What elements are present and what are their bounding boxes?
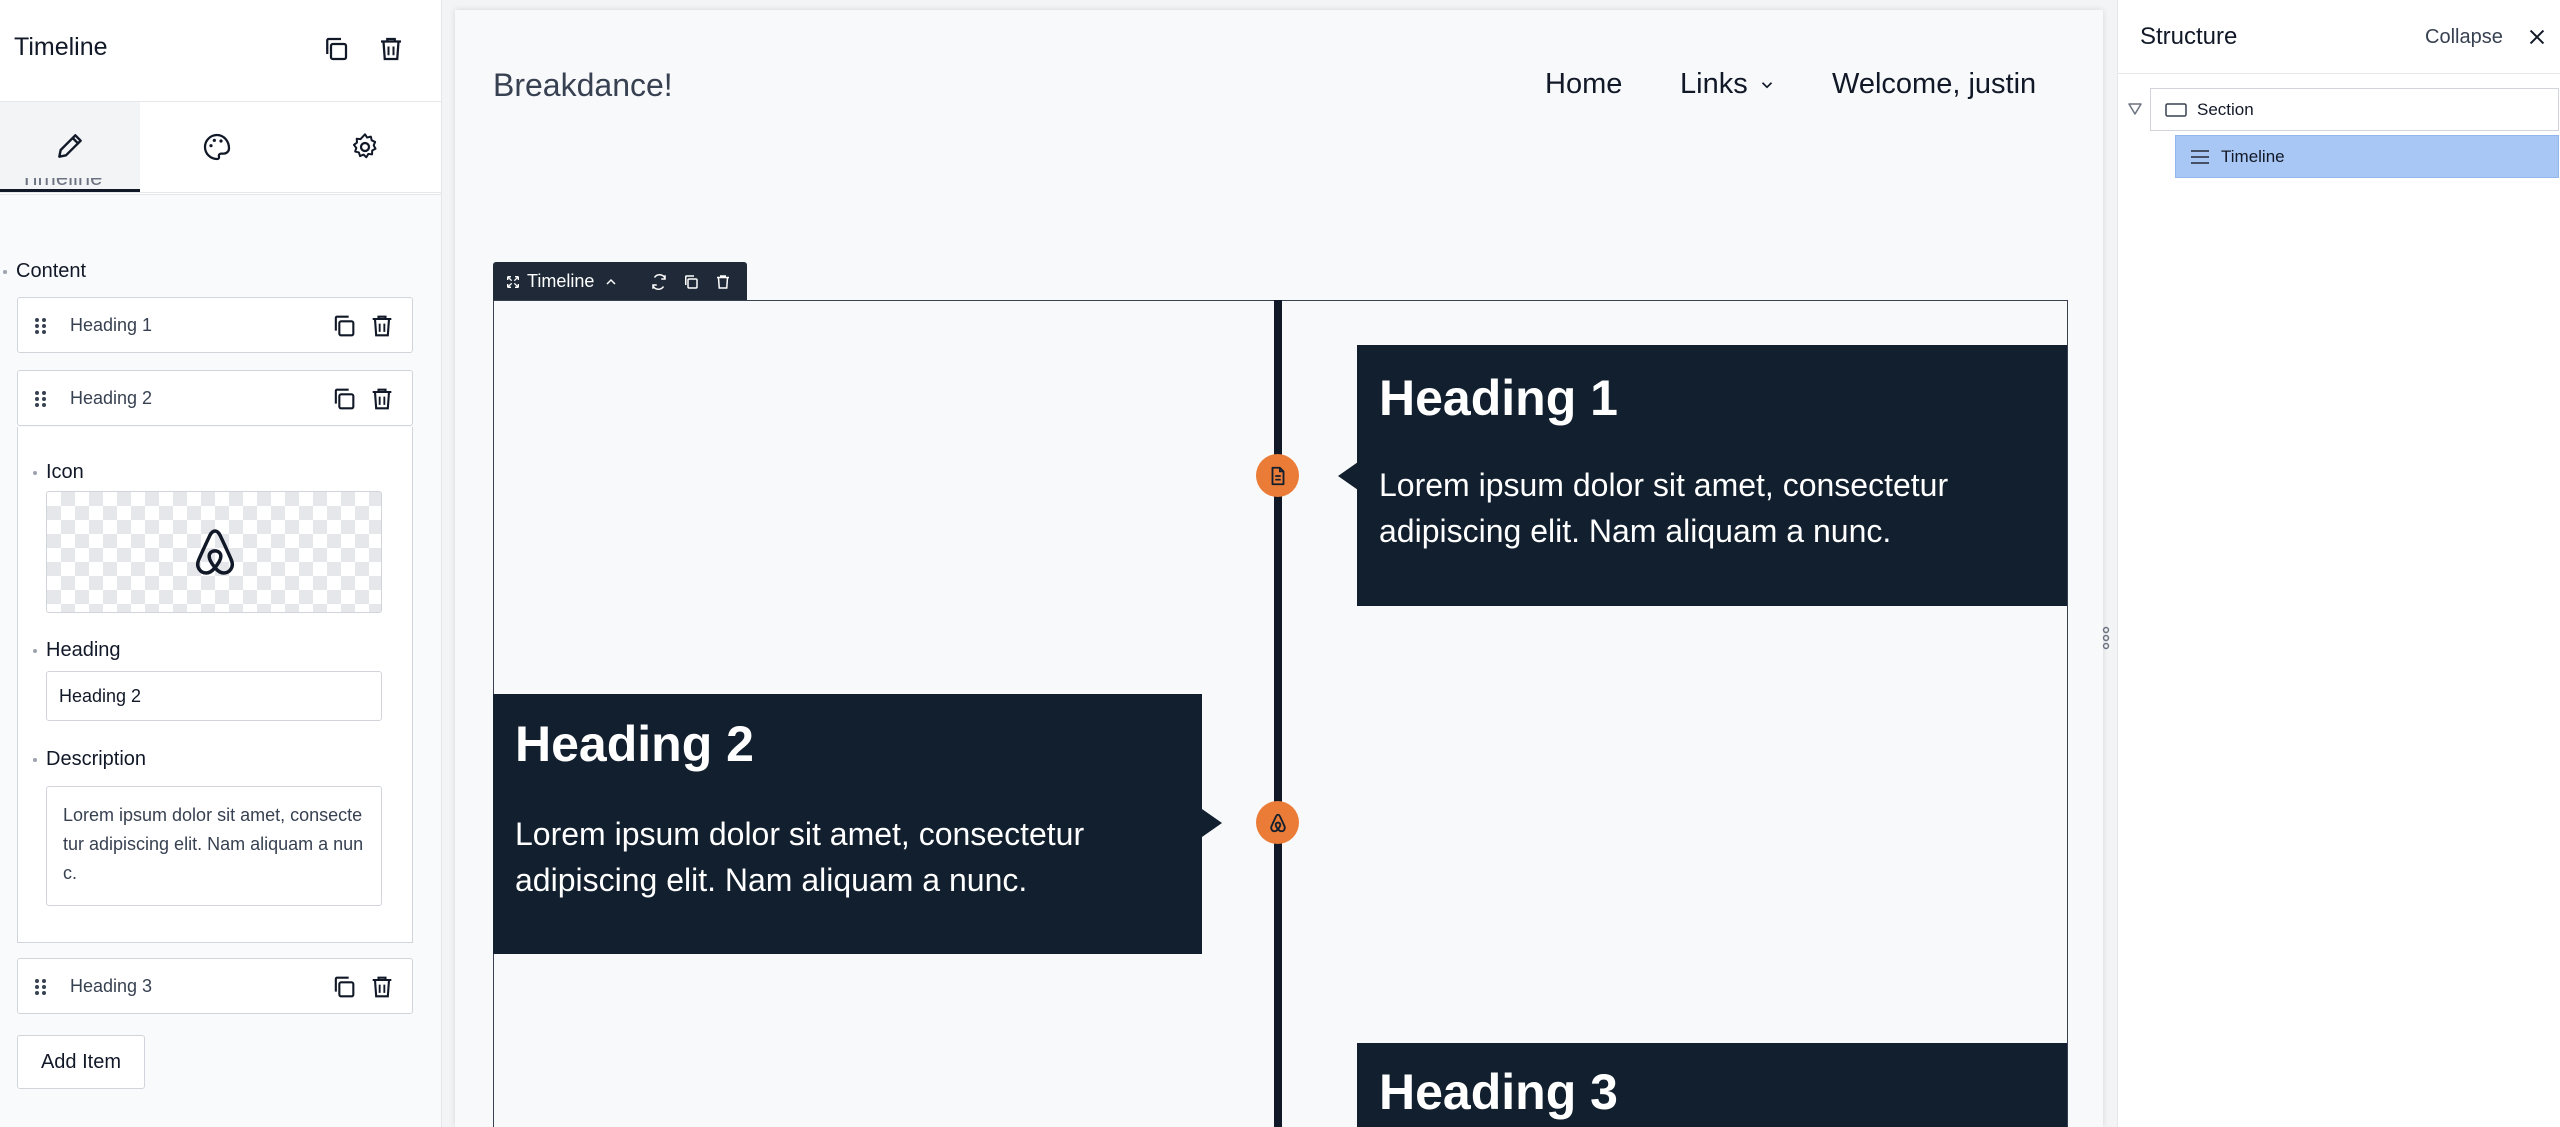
nav-links-label: Links — [1680, 68, 1748, 100]
element-title: Timeline — [14, 33, 108, 61]
trash-icon[interactable] — [714, 273, 732, 291]
page-canvas: Breakdance! Home Links Welcome, justin T… — [455, 10, 2103, 1127]
item-label: Heading 1 — [70, 315, 153, 335]
list-icon — [2191, 149, 2209, 164]
delete-item-button[interactable] — [368, 312, 396, 340]
chevron-up-icon[interactable] — [603, 274, 619, 290]
timeline-heading-2: Heading 2 — [515, 716, 754, 772]
copy-icon — [334, 976, 355, 998]
card-pointer — [1338, 462, 1358, 490]
pencil-icon — [58, 133, 82, 158]
collapse-button[interactable]: Collapse — [2425, 26, 2503, 49]
site-title[interactable]: Breakdance! — [493, 67, 673, 104]
tree-item-timeline[interactable]: Timeline — [2175, 135, 2559, 178]
add-item-button[interactable]: Add Item — [17, 1035, 145, 1089]
tab-design[interactable] — [147, 102, 287, 192]
delete-item-button[interactable] — [368, 385, 396, 413]
drag-handle-icon[interactable] — [34, 317, 48, 335]
document-icon — [1271, 466, 1284, 485]
timeline-heading-3: Heading 3 — [1379, 1064, 1618, 1120]
copy-icon[interactable] — [682, 273, 700, 291]
properties-panel: Timeline Timeline Content Heading 1 Head… — [0, 0, 442, 1127]
timeline-card-3[interactable]: Heading 3 — [1357, 1043, 2067, 1127]
collapse-triangle-icon[interactable] — [2127, 102, 2143, 116]
chevron-down-icon — [1761, 81, 1772, 88]
properties-header: Timeline — [0, 0, 441, 102]
bullet — [33, 758, 37, 762]
palette-icon — [203, 133, 231, 161]
repeater-item-3[interactable]: Heading 3 — [17, 958, 413, 1014]
timeline-description-1: Lorem ipsum dolor sit amet, consectetur … — [1379, 467, 1949, 549]
tree-item-section[interactable]: Section — [2150, 88, 2559, 131]
duplicate-item-button[interactable] — [330, 385, 358, 413]
expand-icon[interactable] — [505, 274, 521, 290]
nav-links[interactable]: Links — [1680, 68, 1776, 101]
timeline-heading-1: Heading 1 — [1379, 370, 1618, 426]
card-pointer — [1202, 809, 1222, 837]
trash-icon — [372, 388, 392, 410]
airbnb-icon — [1269, 813, 1286, 832]
timeline-marker-2 — [1256, 801, 1299, 844]
repeater-item-1[interactable]: Heading 1 — [17, 297, 413, 353]
nav-welcome[interactable]: Welcome, justin — [1832, 68, 2036, 101]
copy-icon — [334, 315, 355, 337]
airbnb-icon — [195, 529, 235, 575]
item-label: Heading 2 — [70, 388, 153, 408]
content-label: Content — [16, 260, 87, 282]
delete-item-button[interactable] — [368, 973, 396, 1001]
repeater-item-2[interactable]: Heading 2 — [17, 370, 413, 426]
icon-picker[interactable] — [46, 491, 382, 613]
heading-input[interactable] — [46, 671, 382, 721]
bullet — [3, 270, 7, 274]
duplicate-element-button[interactable] — [321, 34, 351, 64]
item-label: Heading 3 — [70, 976, 153, 996]
description-textarea[interactable]: Lorem ipsum dolor sit amet, consectetur … — [46, 786, 382, 906]
bullet — [33, 471, 37, 475]
heading-label: Heading — [46, 639, 121, 661]
drag-handle-icon[interactable] — [34, 390, 48, 408]
refresh-icon[interactable] — [650, 273, 668, 291]
structure-header: Structure Collapse — [2118, 0, 2560, 74]
duplicate-item-button[interactable] — [330, 312, 358, 340]
trash-icon — [372, 976, 392, 998]
timeline-marker-1 — [1256, 454, 1299, 497]
copy-icon — [326, 37, 348, 61]
element-toolbar-label: Timeline — [527, 271, 595, 291]
drag-handle-icon[interactable] — [34, 978, 48, 996]
tree-item-label: Section — [2197, 99, 2254, 119]
structure-title: Structure — [2140, 23, 2238, 50]
description-label: Description — [46, 748, 147, 770]
delete-element-button[interactable] — [376, 34, 406, 64]
timeline-description-2: Lorem ipsum dolor sit amet, consectetur … — [515, 816, 1085, 898]
close-icon[interactable] — [2526, 26, 2548, 48]
tree-item-label: Timeline — [2221, 146, 2285, 166]
tab-settings[interactable] — [295, 102, 435, 192]
icon-label: Icon — [46, 461, 84, 483]
resize-handle-icon[interactable] — [2101, 625, 2111, 651]
section-label-cut: Timeline — [20, 178, 102, 192]
trash-icon — [381, 37, 401, 61]
element-toolbar: Timeline — [493, 262, 747, 301]
bullet — [33, 649, 37, 653]
trash-icon — [372, 315, 392, 337]
structure-panel: Structure Collapse Section Timeline — [2117, 0, 2560, 1127]
gear-icon — [352, 133, 377, 159]
copy-icon — [334, 388, 355, 410]
timeline-line — [1274, 300, 1282, 1127]
timeline-card-2[interactable]: Heading 2 Lorem ipsum dolor sit amet, co… — [493, 694, 1202, 954]
section-icon — [2165, 102, 2187, 117]
duplicate-item-button[interactable] — [330, 973, 358, 1001]
nav-home[interactable]: Home — [1545, 68, 1622, 101]
timeline-card-1[interactable]: Heading 1 Lorem ipsum dolor sit amet, co… — [1357, 345, 2067, 606]
